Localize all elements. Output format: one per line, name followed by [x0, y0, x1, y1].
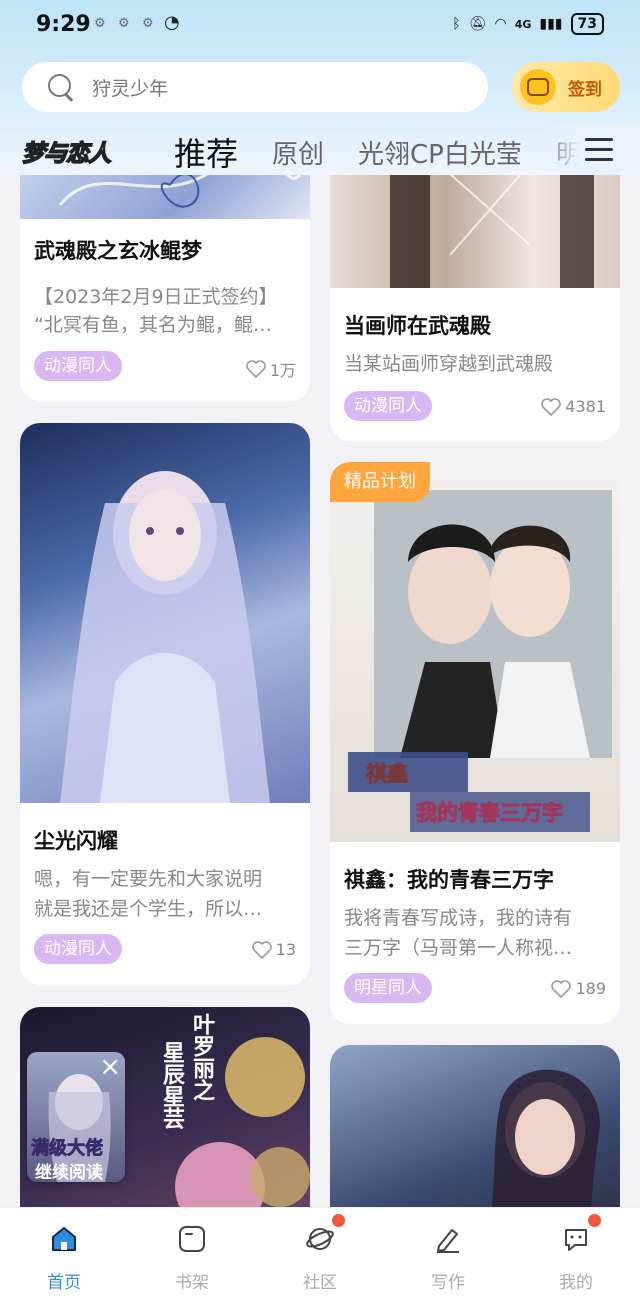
cover-text: 星辰星芸 — [159, 1041, 184, 1129]
like-count[interactable]: 4381 — [541, 397, 606, 416]
pen-icon — [433, 1224, 463, 1254]
nav-write[interactable]: 写作 — [408, 1224, 488, 1293]
nav-home[interactable]: 首页 — [24, 1224, 104, 1293]
book-title: 祺鑫：我的青春三万字 — [344, 868, 554, 892]
book-card[interactable] — [330, 1045, 620, 1207]
book-desc-line: 【2023年2月9日正式签约】 — [34, 286, 278, 308]
notification-icon: ⚙ — [118, 16, 130, 31]
nav-label: 首页 — [47, 1273, 81, 1293]
book-desc-line: 当某站画师穿越到武魂殿 — [344, 353, 554, 375]
heart-icon — [551, 979, 572, 998]
mute-icon: 🔕︎ — [468, 16, 487, 32]
tab-original[interactable]: 原创 — [272, 134, 324, 171]
heart-icon — [246, 360, 266, 378]
like-count[interactable]: 1万 — [246, 357, 296, 381]
book-cover: 祺鑫 我的青春三万字 — [330, 462, 620, 842]
close-icon[interactable]: × — [99, 1052, 121, 1082]
status-time: 9:29 — [36, 12, 91, 37]
search-input[interactable]: 狩灵少年 — [22, 62, 488, 112]
like-count-value: 13 — [275, 940, 296, 959]
tab-logo-dream-lover[interactable]: 梦与恋人 — [21, 134, 112, 168]
nav-bookshelf[interactable]: 书架 — [152, 1224, 232, 1293]
tab-guangling-cp[interactable]: 光翎CP白光莹 — [358, 134, 522, 171]
book-card[interactable]: 武魂殿之玄冰鲲梦 【2023年2月9日正式签约】 “北冥有鱼，其名为鲲，鲲… 动… — [20, 175, 310, 401]
signal-icon: ▮▮▮ — [539, 16, 563, 32]
book-card[interactable]: 尘光闪耀 嗯，有一定要先和大家说明 就是我还是个学生，所以… 动漫同人 13 — [20, 423, 310, 985]
chat-icon — [561, 1224, 591, 1254]
category-tag[interactable]: 动漫同人 — [344, 391, 432, 421]
status-bar: 9:29 ⚙ ⚙ ⚙ ◔ ᛒ 🔕︎ ◠ 4G ▮▮▮ 73 — [0, 0, 640, 52]
bluetooth-icon: ᛒ — [452, 16, 461, 32]
book-cover — [20, 175, 310, 219]
search-icon — [46, 72, 76, 102]
heart-icon — [251, 940, 272, 959]
like-count-value: 4381 — [565, 397, 606, 416]
signin-icon — [518, 67, 558, 107]
cover-text: 我的青春三万字 — [416, 801, 564, 826]
book-cover — [330, 1045, 620, 1207]
nav-community[interactable]: 社区 — [280, 1214, 360, 1293]
category-tag[interactable]: 动漫同人 — [34, 934, 122, 964]
battery-indicator: 73 — [570, 13, 604, 35]
nav-label: 社区 — [303, 1273, 337, 1293]
tab-recommend[interactable]: 推荐 — [174, 129, 238, 175]
notification-dot — [588, 1214, 601, 1227]
category-tag[interactable]: 明星同人 — [344, 973, 432, 1003]
notification-icon: ⚙ — [94, 16, 106, 31]
category-tag[interactable]: 动漫同人 — [34, 351, 122, 381]
bookshelf-icon — [177, 1224, 207, 1254]
like-count[interactable]: 13 — [251, 940, 296, 959]
like-count-value: 189 — [575, 979, 606, 998]
category-tabs: 梦与恋人 推荐 原创 光翎CP白光莹 明 — [0, 124, 640, 176]
like-count[interactable]: 189 — [551, 979, 606, 998]
home-icon — [49, 1224, 79, 1254]
continue-cover-title: 满级大佬 — [31, 1138, 104, 1160]
nav-label: 写作 — [431, 1273, 465, 1293]
book-desc-line: 三万字（马哥第一人称视… — [344, 937, 573, 959]
nav-mine[interactable]: 我的 — [536, 1214, 616, 1293]
book-desc-line: “北冥有鱼，其名为鲲，鲲… — [34, 314, 272, 336]
book-cover — [20, 423, 310, 803]
book-cover — [330, 175, 620, 288]
cover-text: 叶罗丽之 — [189, 1013, 214, 1101]
book-card[interactable]: 祺鑫 我的青春三万字 精品计划 祺鑫：我的青春三万字 我将青春写成诗，我的诗有 … — [330, 462, 620, 1024]
heart-icon — [541, 397, 562, 416]
network-label: 4G — [514, 17, 532, 31]
planet-icon — [305, 1224, 335, 1254]
book-title: 尘光闪耀 — [34, 829, 118, 853]
book-desc-line: 就是我还是个学生，所以… — [34, 898, 263, 920]
cover-text: 祺鑫 — [366, 762, 409, 787]
book-desc-line: 嗯，有一定要先和大家说明 — [34, 868, 263, 890]
wifi-icon: ◠ — [494, 16, 507, 32]
continue-reading-card[interactable]: × 满级大佬 继续阅读 — [27, 1052, 125, 1182]
signin-label: 签到 — [568, 79, 602, 100]
like-count-value: 1万 — [269, 361, 296, 380]
speed-icon: ◔ — [164, 12, 180, 33]
book-title: 当画师在武魂殿 — [344, 314, 491, 338]
notification-icon: ⚙ — [142, 16, 154, 31]
bottom-navigation: 首页 书架 社区 写作 我的 — [0, 1207, 640, 1306]
nav-label: 书架 — [175, 1273, 209, 1293]
menu-icon[interactable] — [585, 136, 615, 164]
book-title: 武魂殿之玄冰鲲梦 — [34, 239, 202, 263]
nav-label: 我的 — [559, 1273, 593, 1293]
featured-badge: 精品计划 — [330, 462, 430, 502]
status-icons: ᛒ 🔕︎ ◠ 4G ▮▮▮ 73 — [452, 13, 604, 35]
book-desc-line: 我将青春写成诗，我的诗有 — [344, 907, 573, 929]
search-placeholder: 狩灵少年 — [92, 77, 169, 100]
book-card[interactable]: 当画师在武魂殿 当某站画师穿越到武魂殿 动漫同人 4381 — [330, 175, 620, 441]
signin-button[interactable]: 签到 — [512, 62, 620, 112]
notification-dot — [332, 1214, 345, 1227]
continue-reading-label: 继续阅读 — [35, 1163, 103, 1182]
